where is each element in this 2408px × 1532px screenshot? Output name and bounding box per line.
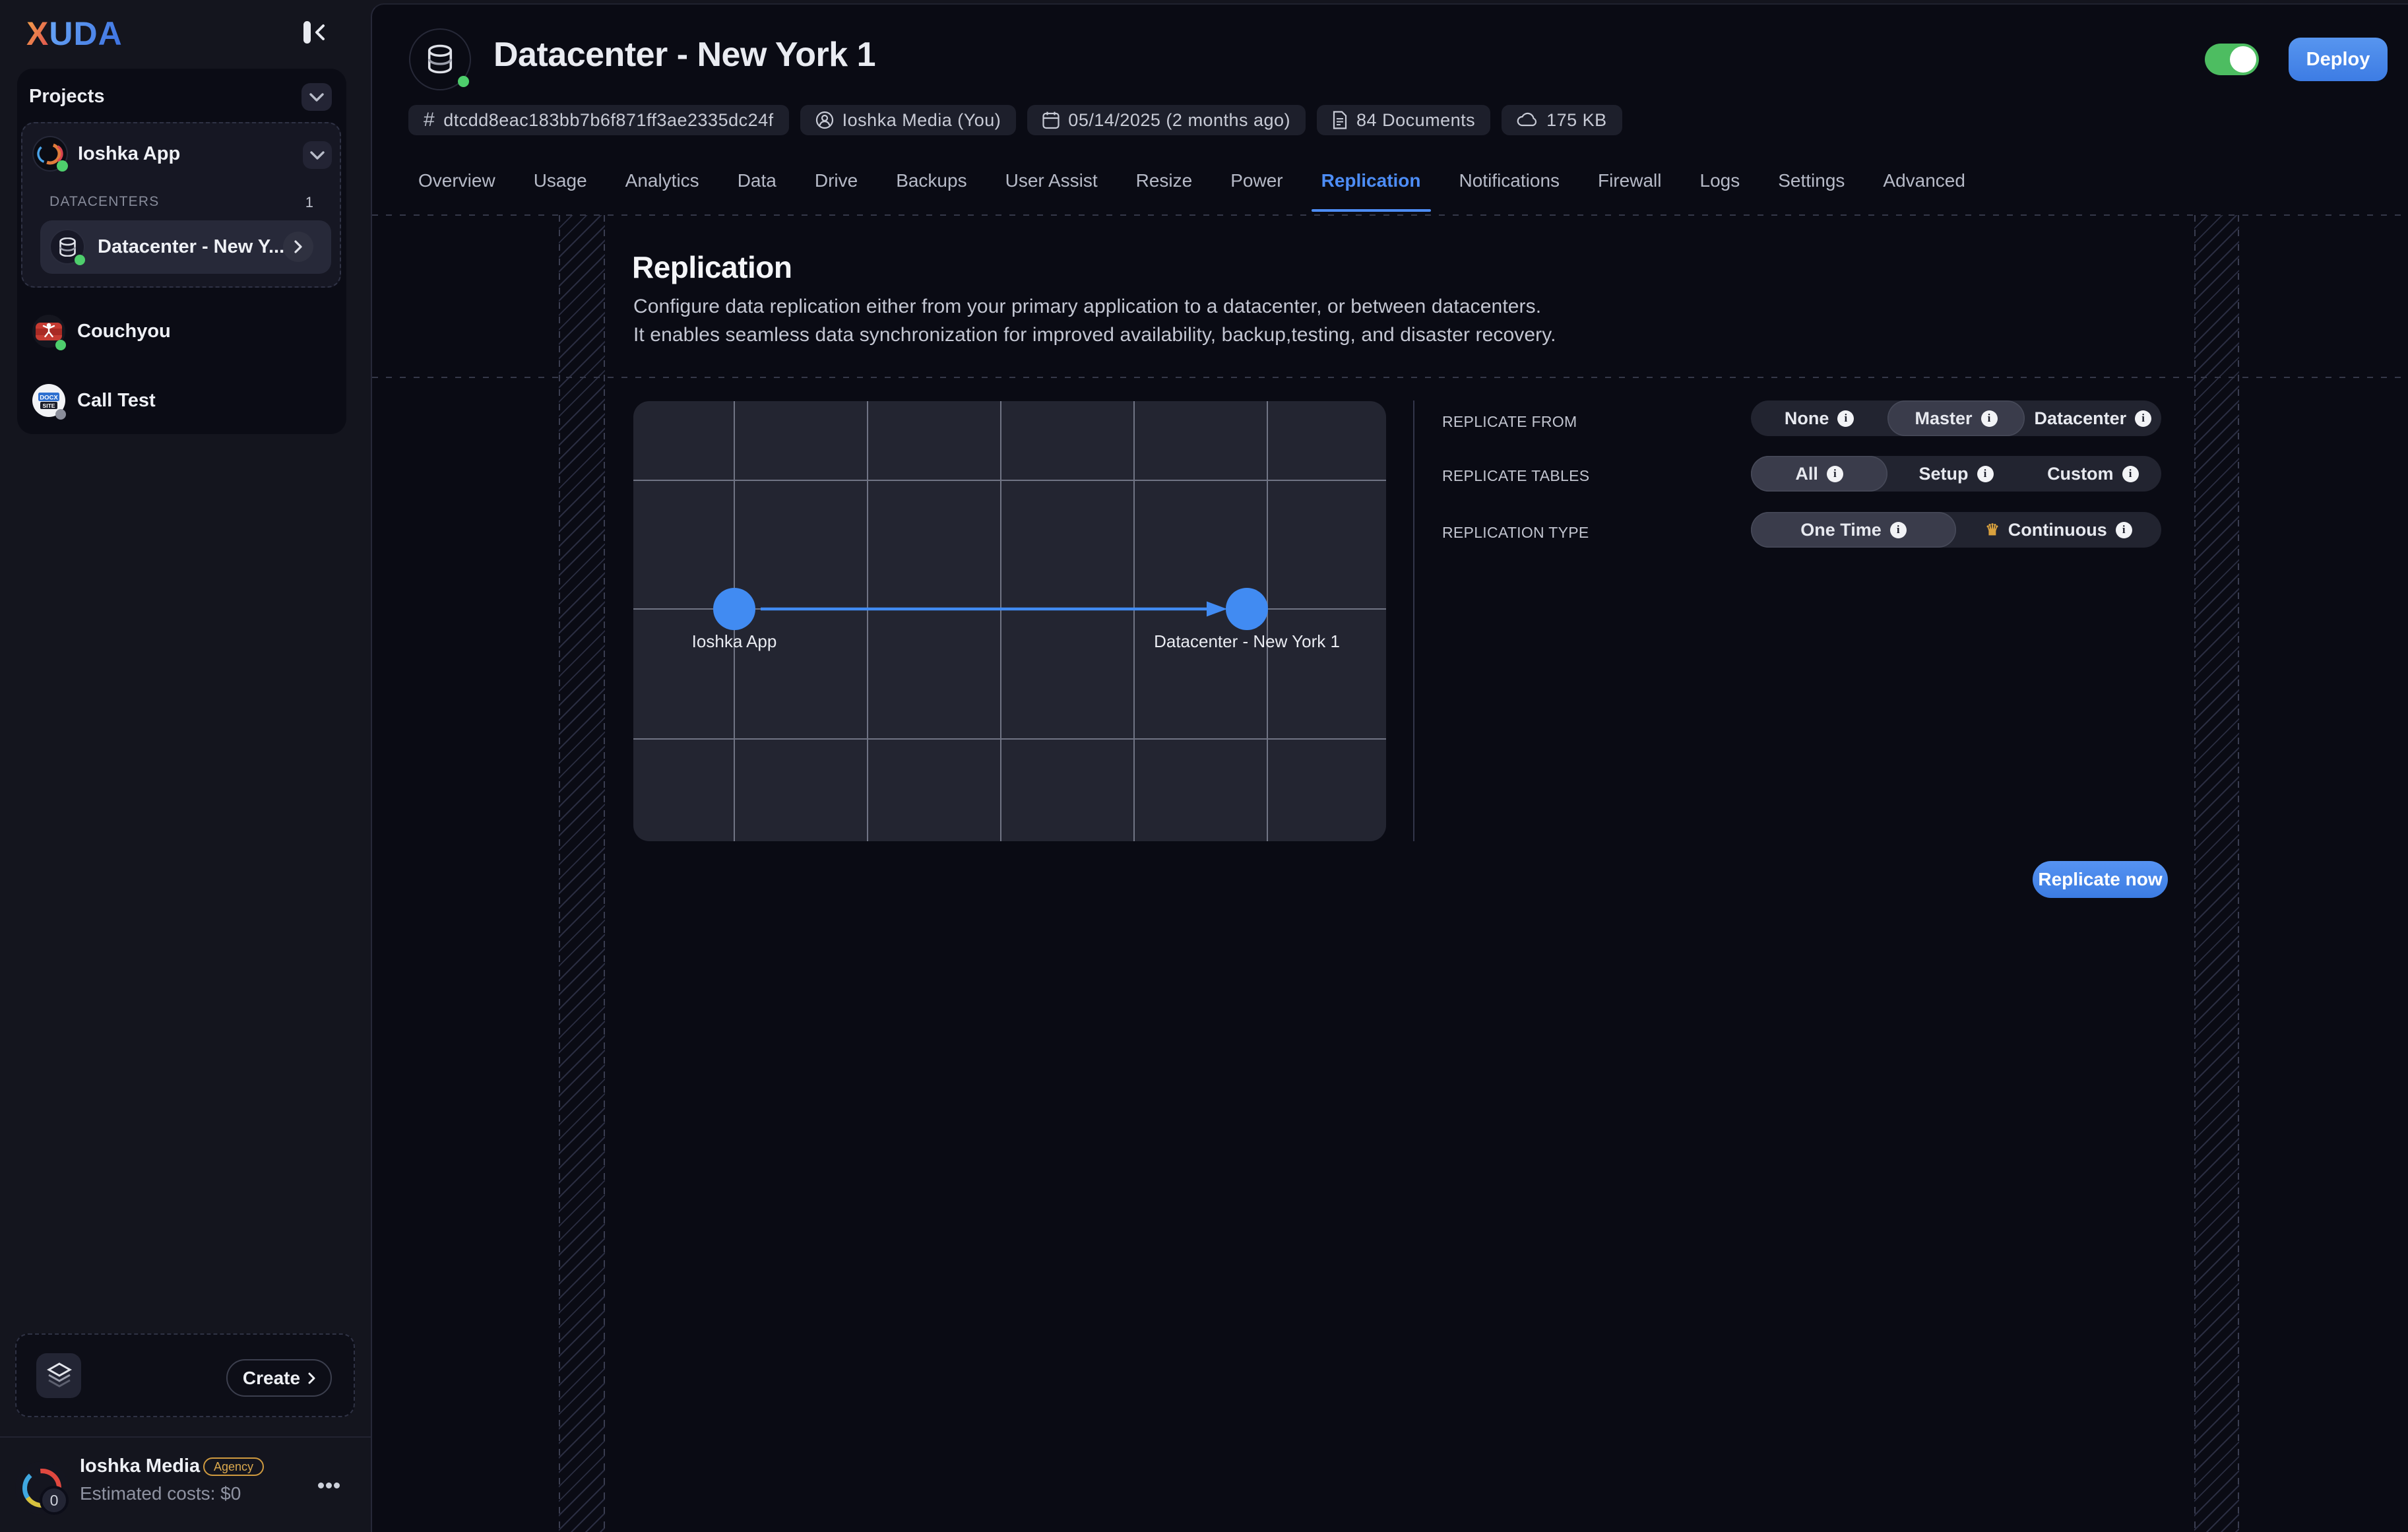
- svg-text:DOCX: DOCX: [40, 395, 58, 402]
- svg-text:SITE: SITE: [43, 402, 55, 409]
